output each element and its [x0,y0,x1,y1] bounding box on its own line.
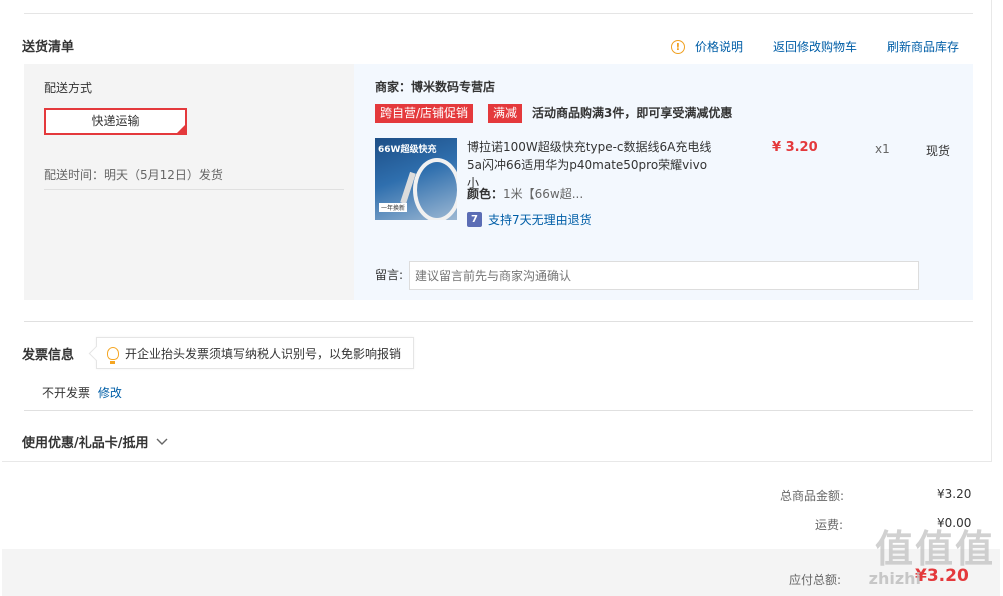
return-policy: 7 支持7天无理由退货 [467,211,592,228]
promo-tag-discount: 满减 [488,104,523,123]
return-policy-text: 支持7天无理由退货 [488,213,592,227]
product-name[interactable]: 博拉诺100W超级快充type-c数据线6A充电线5a闪冲66适用华为p40ma… [467,138,717,192]
seven-day-return-icon: 7 [467,212,482,227]
promo-tag-cross-store: 跨自营/店铺促销 [375,104,474,123]
lightbulb-icon [107,346,119,364]
remark-label: 留言: [375,268,404,282]
delivery-method-label: 配送方式 [44,81,93,95]
product-color: 颜色：1米【66w超... [467,185,583,202]
express-delivery-label: 快递运输 [91,114,140,128]
coupon-toggle[interactable]: 使用优惠/礼品卡/抵用 [22,432,169,451]
delivery-time: 配送时间：明天（5月12日）发货 [44,168,223,182]
delivery-divider [44,189,344,190]
warning-icon: ! [670,39,685,54]
invoice-edit-link[interactable]: 修改 [98,386,122,400]
product-panel: 商家：博米数码专营店 跨自营/店铺促销 满减 活动商品购满3件，即可享受满减优惠… [354,64,973,300]
product-thumbnail[interactable]: 66W超级快充 一年换新 [375,138,457,220]
cable-image [413,158,457,220]
goods-total-label: 总商品金额: [780,489,845,503]
invoice-title: 发票信息 [22,348,75,363]
remark-input[interactable] [409,261,919,290]
coupon-title: 使用优惠/礼品卡/抵用 [22,436,149,451]
price-info-link[interactable]: 价格说明 [695,38,743,55]
refresh-stock-link[interactable]: 刷新商品库存 [887,38,959,55]
invoice-status: 不开发票 [42,386,91,400]
color-label: 颜色： [467,187,504,201]
watermark-site: zhizhi [868,569,921,588]
invoice-tip: 开企业抬头发票须填写纳税人识别号，以免影响报销 [96,337,415,369]
shipping-fee-label: 运费: [815,518,844,532]
invoice-divider-top [24,321,973,322]
delivery-panel: 配送方式 快递运输 ✓ 配送时间：明天（5月12日）发货 [24,64,354,300]
stock-status: 现货 [926,144,951,158]
chevron-down-icon [156,438,167,445]
payable-bar: 应付总额: ¥3.20 [2,549,1000,596]
shipping-list-title: 送货清单 [22,40,75,55]
product-price: ¥ 3.20 [772,140,818,155]
thumb-title: 66W超级快充 [378,145,437,155]
shipping-box: 配送方式 快递运输 ✓ 配送时间：明天（5月12日）发货 商家：博米数码专营店 … [24,64,973,300]
invoice-status-row: 不开发票 修改 [42,384,122,401]
merchant-name: 商家：博米数码专营店 [375,80,496,94]
goods-total-value: ¥3.20 [937,487,972,501]
thumb-badge: 一年换新 [379,203,408,212]
coupon-divider [24,410,973,411]
top-divider [24,13,973,14]
checkout-card: 送货清单 ! 价格说明 返回修改购物车 刷新商品库存 配送方式 快递运输 ✓ 配… [2,0,992,462]
product-quantity: x1 [875,142,890,156]
color-value: 1米【66w超... [503,187,584,201]
promo-text: 活动商品购满3件，即可享受满减优惠 [532,106,733,120]
watermark-logo: 值值值 [874,527,995,571]
back-to-cart-link[interactable]: 返回修改购物车 [773,38,857,55]
express-delivery-option[interactable]: 快递运输 ✓ [44,108,187,135]
invoice-tip-text: 开企业抬头发票须填写纳税人识别号，以免影响报销 [125,346,402,361]
payable-label: 应付总额: [789,573,842,587]
check-icon: ✓ [177,124,184,133]
shipping-toolbar: ! 价格说明 返回修改购物车 刷新商品库存 [670,38,959,55]
